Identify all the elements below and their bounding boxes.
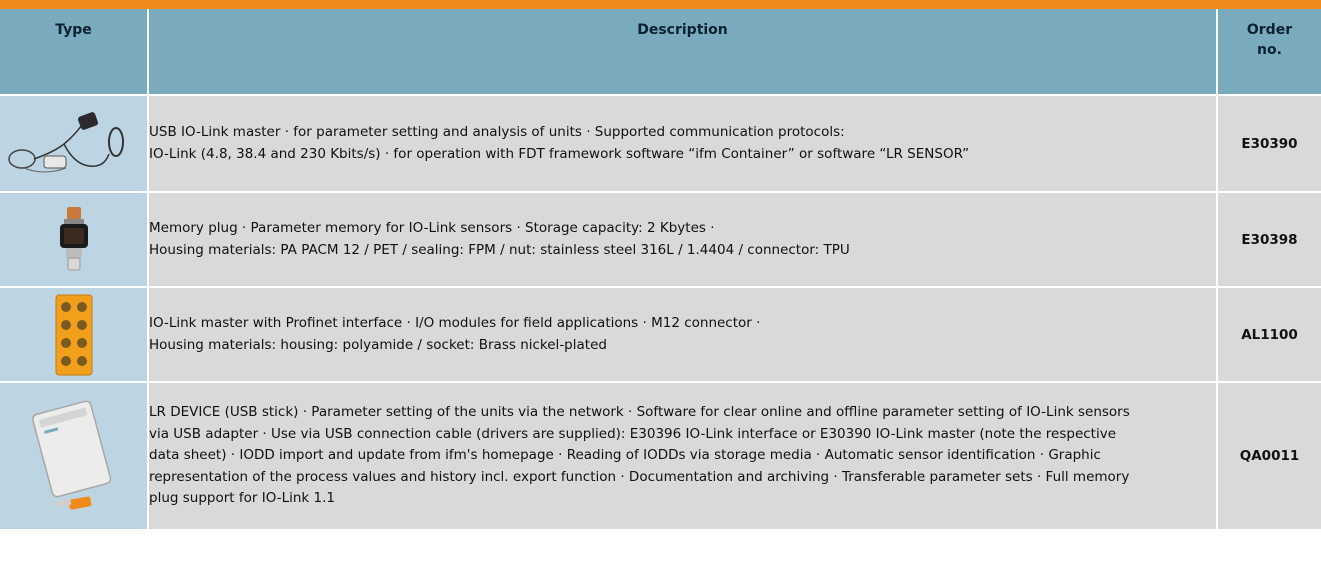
product-image-cell xyxy=(0,286,149,381)
description-cell: USB IO-Link master · for parameter setti… xyxy=(149,94,1216,191)
lr-device-usb-stick-icon xyxy=(31,400,111,510)
description-cell: LR DEVICE (USB stick) · Parameter settin… xyxy=(149,381,1216,529)
top-accent-bar xyxy=(0,0,1321,9)
order-number: QA0011 xyxy=(1216,381,1321,529)
table-row: Memory plug · Parameter memory for IO-Li… xyxy=(0,191,1321,286)
order-number: E30398 xyxy=(1216,191,1321,286)
description-line: Memory plug · Parameter memory for IO-Li… xyxy=(149,220,715,236)
io-link-master-module-icon xyxy=(55,294,92,375)
description-line: Housing materials: PA PACM 12 / PET / se… xyxy=(149,241,850,258)
table-header-row: Type Description Order no. xyxy=(0,9,1321,94)
description-cell: Memory plug · Parameter memory for IO-Li… xyxy=(149,191,1216,286)
header-description: Description xyxy=(149,9,1216,94)
table-row: LR DEVICE (USB stick) · Parameter settin… xyxy=(0,381,1321,529)
product-image-cell xyxy=(0,94,149,191)
description-line: IO-Link (4.8, 38.4 and 230 Kbits/s) · fo… xyxy=(149,145,970,162)
description-line: Housing materials: housing: polyamide / … xyxy=(149,336,607,353)
order-number: E30390 xyxy=(1216,94,1321,191)
memory-plug-icon xyxy=(59,206,88,270)
description-line: IO-Link master with Profinet interface ·… xyxy=(149,315,761,331)
product-image-cell xyxy=(0,381,149,529)
header-type: Type xyxy=(0,9,149,94)
description-line: USB IO-Link master · for parameter setti… xyxy=(149,124,845,140)
order-number: AL1100 xyxy=(1216,286,1321,381)
product-image-cell xyxy=(0,191,149,286)
product-table: Type Description Order no. USB IO-Link m… xyxy=(0,9,1321,529)
table-row: USB IO-Link master · for parameter setti… xyxy=(0,94,1321,191)
table-row: IO-Link master with Profinet interface ·… xyxy=(0,286,1321,381)
header-order-no: Order no. xyxy=(1216,9,1321,94)
description-text: LR DEVICE (USB stick) · Parameter settin… xyxy=(149,404,1130,507)
description-cell: IO-Link master with Profinet interface ·… xyxy=(149,286,1216,381)
usb-io-link-master-cable-icon xyxy=(7,111,124,172)
